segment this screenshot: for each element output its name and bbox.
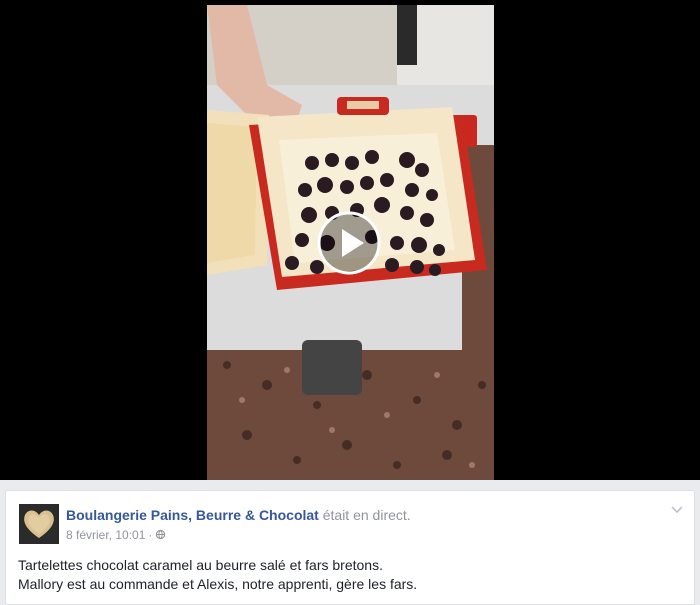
post-meta: 8 février, 10:01 · (66, 528, 166, 542)
meta-separator: · (148, 528, 153, 542)
heart-logo-icon (19, 504, 59, 544)
avatar[interactable] (19, 504, 59, 544)
post-timestamp[interactable]: 8 février, 10:01 (66, 528, 145, 542)
post-text-line: Mallory est au commande et Alexis, notre… (18, 576, 418, 592)
post-text-line: Tartelettes chocolat caramel au beurre s… (18, 557, 383, 573)
chevron-down-icon[interactable] (670, 505, 684, 515)
video-player[interactable] (0, 0, 700, 480)
live-status: était en direct. (322, 507, 411, 523)
post-card: Boulangerie Pains, Beurre & Chocolat éta… (5, 490, 695, 605)
play-icon[interactable] (317, 211, 381, 275)
public-globe-icon[interactable] (155, 529, 166, 540)
post-body: Tartelettes chocolat caramel au beurre s… (18, 556, 417, 594)
post-header: Boulangerie Pains, Beurre & Chocolat éta… (66, 507, 411, 523)
page-name-link[interactable]: Boulangerie Pains, Beurre & Chocolat (66, 507, 319, 523)
